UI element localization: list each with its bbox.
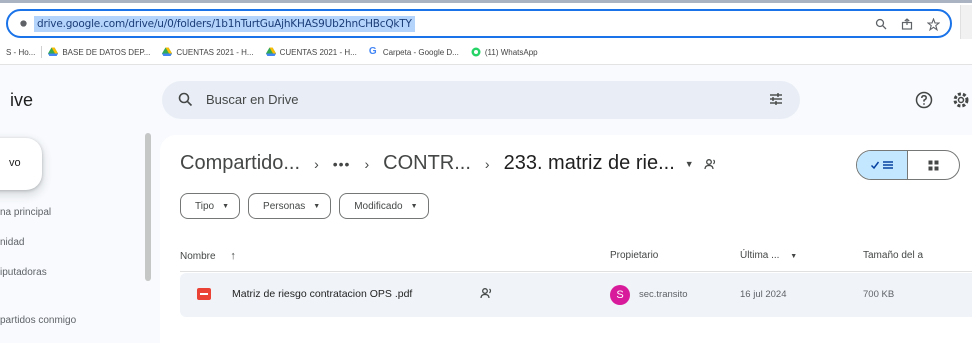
file-modified-date: 16 jul 2024 bbox=[740, 289, 787, 300]
bookmark-text: (11) WhatsApp bbox=[484, 47, 538, 57]
filter-chips: Tipo ▼ Personas ▼ Modificado ▼ bbox=[180, 193, 429, 219]
chip-label: Personas bbox=[263, 200, 306, 212]
header-divider bbox=[180, 271, 972, 272]
breadcrumb: Compartido... › ••• › CONTR... › 233. ma… bbox=[180, 152, 718, 175]
bookmark-item[interactable]: G Carpeta - Google D... bbox=[363, 41, 465, 63]
breadcrumb-root[interactable]: Compartido... bbox=[180, 152, 300, 175]
bookmark-item[interactable]: (11) WhatsApp bbox=[465, 41, 544, 63]
bookmark-item[interactable]: S - Ho... bbox=[0, 41, 41, 63]
bookmarks-bar: S - Ho... BASE DE DATOS DEP... CUENTAS 2… bbox=[0, 41, 972, 63]
whatsapp-icon bbox=[471, 47, 481, 57]
new-button[interactable]: vo bbox=[0, 138, 42, 190]
browser-toolbar: drive.google.com/drive/u/0/folders/1b1hT… bbox=[0, 0, 972, 40]
sidebar-item-home[interactable]: na principal bbox=[0, 207, 51, 218]
column-header-label: Última ... bbox=[740, 250, 780, 261]
search-bar[interactable]: Buscar en Drive bbox=[162, 81, 800, 119]
bookmark-text: CUENTAS 2021 - H... bbox=[176, 47, 254, 57]
sidebar-item-computers[interactable]: iputadoras bbox=[0, 267, 47, 278]
sort-arrow-up-icon[interactable]: ↑ bbox=[230, 250, 236, 262]
column-header-modified[interactable]: Última ... ▼ bbox=[740, 250, 797, 261]
bookmark-text: BASE DE DATOS DEP... bbox=[62, 47, 151, 57]
bookmark-text: Carpeta - Google D... bbox=[382, 47, 459, 57]
list-view-button[interactable] bbox=[857, 151, 909, 179]
sidebar-item-shared-with-me[interactable]: partidos conmigo bbox=[0, 315, 76, 326]
chevron-right-icon: › bbox=[314, 155, 319, 172]
drive-brand-title: ive bbox=[10, 90, 34, 110]
filter-type-chip[interactable]: Tipo ▼ bbox=[180, 193, 241, 219]
pdf-file-icon bbox=[197, 288, 211, 300]
folder-menu-caret-icon[interactable]: ▼ bbox=[685, 159, 694, 169]
bookmark-item[interactable]: BASE DE DATOS DEP... bbox=[42, 41, 156, 63]
shared-folder-icon bbox=[704, 158, 715, 169]
google-drive-icon bbox=[265, 47, 276, 56]
chip-label: Tipo bbox=[195, 200, 215, 212]
help-icon[interactable] bbox=[913, 89, 935, 111]
caret-down-icon: ▼ bbox=[222, 202, 230, 210]
breadcrumb-more-button[interactable]: ••• bbox=[333, 156, 351, 172]
grid-view-icon bbox=[928, 160, 939, 170]
address-bar[interactable]: drive.google.com/drive/u/0/folders/1b1hT… bbox=[6, 9, 952, 38]
file-owner: sec.transito bbox=[639, 289, 688, 300]
column-header-label: Nombre bbox=[180, 251, 216, 262]
url-text[interactable]: drive.google.com/drive/u/0/folders/1b1hT… bbox=[34, 16, 415, 32]
site-info-icon[interactable] bbox=[19, 19, 28, 28]
list-view-icon bbox=[883, 161, 893, 169]
view-toggle bbox=[856, 150, 960, 180]
column-header-name[interactable]: Nombre ↑ bbox=[180, 250, 236, 262]
bookmark-item[interactable]: CUENTAS 2021 - H... bbox=[156, 41, 259, 63]
column-header-owner[interactable]: Propietario bbox=[610, 250, 658, 261]
settings-gear-icon[interactable] bbox=[950, 89, 972, 111]
caret-down-icon[interactable]: ▼ bbox=[790, 253, 797, 260]
sidebar-scrollbar[interactable] bbox=[145, 133, 151, 281]
chip-label: Modificado bbox=[354, 200, 403, 212]
search-input[interactable]: Buscar en Drive bbox=[206, 92, 298, 107]
google-icon: G bbox=[368, 46, 377, 57]
bookmark-star-icon[interactable] bbox=[924, 15, 942, 33]
google-drive-icon bbox=[48, 47, 59, 56]
file-name[interactable]: Matriz de riesgo contratacion OPS .pdf bbox=[232, 288, 412, 300]
file-size: 700 KB bbox=[863, 289, 895, 300]
zoom-icon[interactable] bbox=[872, 15, 890, 33]
filter-modified-chip[interactable]: Modificado ▼ bbox=[339, 193, 429, 219]
search-icon[interactable] bbox=[178, 92, 193, 107]
search-options-icon[interactable] bbox=[768, 91, 784, 107]
check-icon bbox=[870, 161, 880, 170]
bookmark-text: CUENTAS 2021 - H... bbox=[279, 47, 357, 57]
file-browser-panel: Compartido... › ••• › CONTR... › 233. ma… bbox=[160, 135, 972, 343]
file-row[interactable]: Matriz de riesgo contratacion OPS .pdf S… bbox=[180, 273, 972, 317]
column-header-size[interactable]: Tamaño del a bbox=[863, 250, 923, 261]
grid-view-button[interactable] bbox=[908, 151, 959, 179]
filter-people-chip[interactable]: Personas ▼ bbox=[248, 193, 332, 219]
share-icon[interactable] bbox=[898, 15, 916, 33]
sidebar-item-activity[interactable]: nidad bbox=[0, 237, 24, 248]
breadcrumb-middle[interactable]: CONTR... bbox=[383, 152, 471, 175]
browser-side-panel-edge bbox=[960, 5, 972, 39]
new-button-label: vo bbox=[9, 157, 21, 169]
google-drive-icon bbox=[162, 47, 173, 56]
drive-app: ive Buscar en Drive vo na principal nida… bbox=[0, 65, 972, 343]
bookmark-item[interactable]: CUENTAS 2021 - H... bbox=[260, 41, 363, 63]
shared-people-icon bbox=[480, 288, 492, 299]
chevron-right-icon: › bbox=[364, 155, 370, 172]
breadcrumb-current-folder[interactable]: 233. matriz de rie... bbox=[504, 152, 675, 175]
caret-down-icon: ▼ bbox=[313, 202, 321, 210]
caret-down-icon: ▼ bbox=[410, 202, 418, 210]
owner-avatar[interactable]: S bbox=[610, 285, 630, 305]
chevron-right-icon: › bbox=[484, 155, 490, 172]
bookmark-text: S - Ho... bbox=[6, 47, 36, 57]
